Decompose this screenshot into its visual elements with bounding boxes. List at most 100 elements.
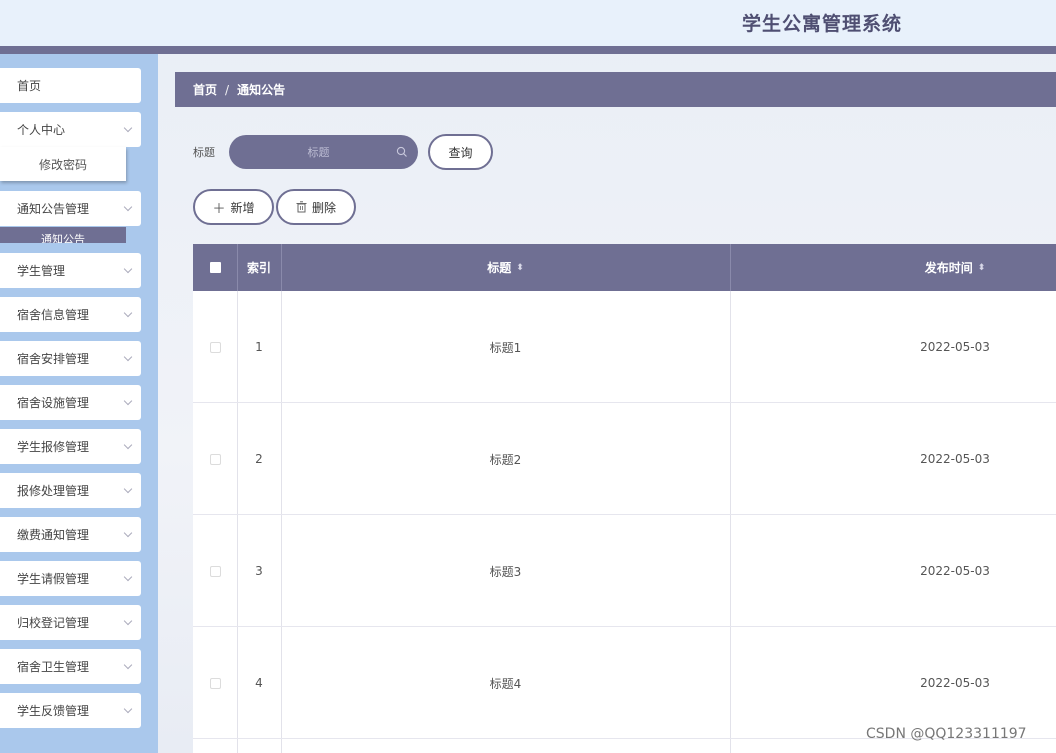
- row-checkbox[interactable]: [209, 677, 221, 689]
- header-index-label: 索引: [246, 261, 271, 275]
- query-button-label: 查询: [448, 145, 473, 160]
- chevron-down-icon: [123, 264, 133, 273]
- row-checkbox[interactable]: [209, 341, 221, 353]
- sidebar-item-label: 缴费通知管理: [17, 528, 90, 542]
- table-header: 索引 标题 ⬍ 发布时间 ⬍: [193, 244, 1056, 291]
- add-button-label: 新增: [230, 200, 255, 215]
- breadcrumb-home[interactable]: 首页: [193, 81, 217, 98]
- sidebar-item-dorm-arrangement[interactable]: 宿舍安排管理: [0, 341, 141, 376]
- cell-index: 2: [255, 452, 263, 466]
- search-label: 标题: [193, 146, 215, 159]
- chevron-down-icon: [123, 396, 133, 405]
- cell-index: 3: [255, 564, 263, 578]
- chevron-down-icon: [123, 202, 133, 211]
- chevron-down-icon: [123, 572, 133, 581]
- breadcrumb: 首页 / 通知公告: [175, 72, 1056, 107]
- chevron-down-icon: [123, 528, 133, 537]
- row-select[interactable]: [193, 515, 237, 627]
- sidebar-item-feedback[interactable]: 学生反馈管理: [0, 693, 141, 728]
- sidebar-item-dorm-facilities[interactable]: 宿舍设施管理: [0, 385, 141, 420]
- sidebar-item-payment-notice[interactable]: 缴费通知管理: [0, 517, 141, 552]
- sidebar-item-label: 学生反馈管理: [17, 704, 90, 718]
- cell-publish-time: 2022-05-03: [920, 676, 990, 690]
- chevron-down-icon: [123, 308, 133, 317]
- submenu-label: 通知公告: [41, 233, 85, 243]
- sidebar-item-notice-management[interactable]: 通知公告管理: [0, 191, 141, 226]
- watermark: CSDN @QQ123311197: [866, 726, 1027, 742]
- sort-icon[interactable]: ⬍: [516, 263, 524, 273]
- header-title-label: 标题: [487, 261, 512, 275]
- cell-title: 标题4: [489, 676, 522, 691]
- cell-title: 标题1: [489, 340, 522, 355]
- chevron-down-icon: [123, 484, 133, 493]
- sidebar-item-return-registration[interactable]: 归校登记管理: [0, 605, 141, 640]
- sidebar-item-repair-requests[interactable]: 学生报修管理: [0, 429, 141, 464]
- sidebar-item-label: 学生请假管理: [17, 572, 90, 586]
- cell-title: 标题2: [489, 452, 522, 467]
- cell-title: 标题3: [489, 564, 522, 579]
- query-button[interactable]: 查询: [428, 134, 493, 170]
- header-select-all[interactable]: [193, 244, 237, 291]
- sidebar-item-label: 个人中心: [17, 123, 66, 137]
- select-all-checkbox[interactable]: [209, 262, 221, 273]
- cell-index: 4: [255, 676, 263, 690]
- submenu-label: 修改密码: [38, 157, 87, 172]
- submenu-item-notice[interactable]: 通知公告: [0, 227, 126, 243]
- sidebar-item-label: 宿舍卫生管理: [17, 660, 90, 674]
- chevron-down-icon: [123, 704, 133, 713]
- search-input[interactable]: 标题: [229, 135, 418, 169]
- row-checkbox[interactable]: [209, 453, 221, 465]
- chevron-down-icon: [123, 660, 133, 669]
- sidebar-item-home[interactable]: 首页: [0, 68, 141, 103]
- chevron-down-icon: [123, 352, 133, 361]
- sidebar-item-dorm-info[interactable]: 宿舍信息管理: [0, 297, 141, 332]
- row-checkbox[interactable]: [209, 565, 221, 577]
- app-title: 学生公寓管理系统: [742, 13, 903, 35]
- submenu-item-change-password[interactable]: 修改密码: [0, 147, 126, 181]
- search-placeholder: 标题: [307, 146, 330, 159]
- notice-table: 索引 标题 ⬍ 发布时间 ⬍ 1 标题1 2022-05-03 2 标题2 20…: [193, 244, 1056, 753]
- chevron-down-icon: [123, 440, 133, 449]
- chevron-down-icon: [123, 616, 133, 625]
- add-button[interactable]: ＋ 新增: [193, 189, 274, 225]
- chevron-down-icon: [123, 123, 133, 132]
- sidebar-item-label: 宿舍安排管理: [17, 352, 90, 366]
- header-divider: [0, 46, 1056, 54]
- cell-publish-time: 2022-05-03: [920, 340, 990, 354]
- delete-button[interactable]: 删除: [276, 189, 356, 225]
- sidebar-item-student-management[interactable]: 学生管理: [0, 253, 141, 288]
- table-row: 1 标题1 2022-05-03: [193, 291, 1056, 403]
- breadcrumb-separator: /: [225, 82, 230, 97]
- sidebar-item-label: 学生管理: [17, 264, 66, 278]
- sidebar-item-repair-handling[interactable]: 报修处理管理: [0, 473, 141, 508]
- sort-icon[interactable]: ⬍: [978, 263, 986, 273]
- sidebar-item-label: 宿舍设施管理: [17, 396, 90, 410]
- table-row: 2 标题2 2022-05-03: [193, 403, 1056, 515]
- sidebar-item-label: 报修处理管理: [17, 484, 90, 498]
- header-publish-time[interactable]: 发布时间 ⬍: [730, 244, 1056, 291]
- plus-icon: ＋: [212, 201, 226, 217]
- table-row: 3 标题3 2022-05-03: [193, 515, 1056, 627]
- cell-index: 1: [255, 340, 263, 354]
- sidebar-item-personal-center[interactable]: 个人中心: [0, 112, 141, 147]
- sidebar-item-leave-management[interactable]: 学生请假管理: [0, 561, 141, 596]
- header-index: 索引: [237, 244, 281, 291]
- sidebar-item-label: 通知公告管理: [17, 202, 90, 216]
- trash-icon: [296, 201, 307, 213]
- table-row: 4 标题4 2022-05-03: [193, 627, 1056, 739]
- header-title[interactable]: 标题 ⬍: [281, 244, 730, 291]
- row-select[interactable]: [193, 627, 237, 739]
- header-publish-time-label: 发布时间: [924, 261, 973, 275]
- search-icon: [396, 146, 407, 157]
- sidebar-item-label: 归校登记管理: [17, 616, 90, 630]
- sidebar-item-dorm-hygiene[interactable]: 宿舍卫生管理: [0, 649, 141, 684]
- breadcrumb-current: 通知公告: [237, 83, 286, 97]
- row-select[interactable]: [193, 403, 237, 515]
- cell-publish-time: 2022-05-03: [920, 564, 990, 578]
- delete-button-label: 删除: [311, 200, 336, 215]
- top-header: 学生公寓管理系统: [0, 0, 1056, 46]
- row-select[interactable]: [193, 291, 237, 403]
- sidebar-item-label: 宿舍信息管理: [17, 308, 90, 322]
- cell-publish-time: 2022-05-03: [920, 452, 990, 466]
- sidebar-item-label: 学生报修管理: [17, 440, 90, 454]
